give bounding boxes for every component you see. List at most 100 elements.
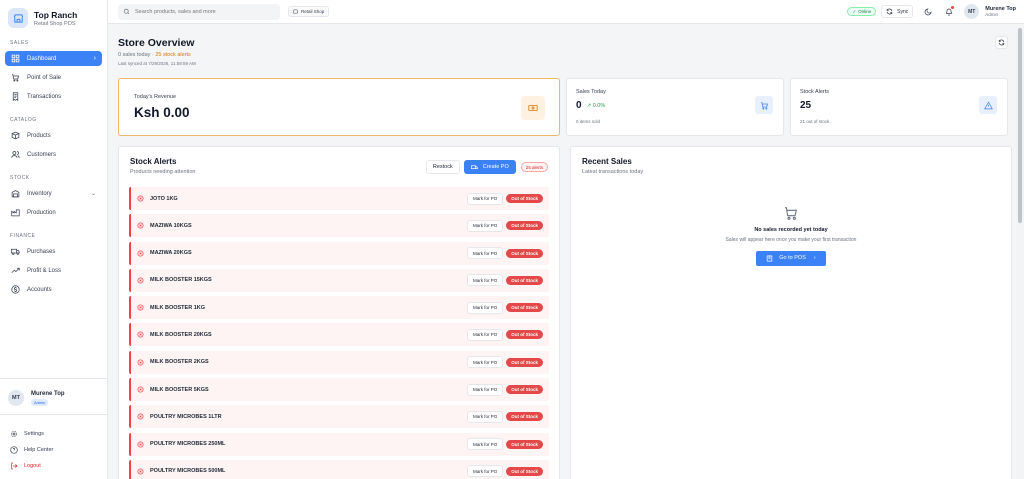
mark-for-po-button[interactable]: Mark for PO [466, 219, 504, 232]
sales-today-label: Sales Today [576, 89, 606, 95]
product-name: MILK BOOSTER 15KGS [150, 277, 212, 284]
x-circle-icon [137, 413, 144, 420]
topbar-user-menu[interactable]: MT Murene Top Admin [964, 4, 1016, 19]
sidebar-item-point-of-sale[interactable]: Point of Sale [5, 70, 102, 85]
store-icon [293, 9, 298, 14]
logout-icon [10, 462, 18, 470]
mark-for-po-button[interactable]: Mark for PO [466, 301, 504, 314]
truck-icon [470, 164, 478, 171]
page-scrollbar[interactable] [1016, 24, 1024, 479]
sync-button[interactable]: Sync [881, 5, 914, 18]
out-of-stock-badge: Out of Stock [506, 439, 543, 449]
go-to-pos-button[interactable]: Go to POS › [756, 250, 826, 266]
create-po-label: Create PO [482, 164, 509, 170]
stock-alert-list: JOTO 1KG Mark for PO Out of Stock MAZIWA 10… [129, 187, 549, 479]
search-input[interactable] [135, 8, 275, 15]
revenue-value: Ksh 0.00 [134, 105, 190, 120]
revenue-label: Today's Revenue [134, 94, 177, 100]
brand[interactable]: Top Ranch Retail Shop POS [0, 0, 107, 38]
restock-button[interactable]: Restock [425, 160, 460, 174]
product-name: MILK BOOSTER 1KG [150, 304, 206, 311]
section-label-catalog: CATALOG [10, 117, 37, 123]
last-synced-text: Last synced at 7/29/2026, 11:59:59 AM [118, 61, 196, 66]
mark-for-po-button[interactable]: Mark for PO [466, 410, 504, 423]
sidebar-item-label: Purchases [27, 248, 56, 255]
product-name: POULTRY MICROBES 250ML [150, 441, 226, 448]
theme-toggle-moon-icon[interactable] [922, 6, 934, 18]
stock-alert-row: POULTRY MICROBES 250ML Mark for PO Out of … [129, 432, 549, 456]
out-of-stock-badge: Out of Stock [506, 248, 543, 258]
stock-alert-row: MAZIWA 10KGS Mark for PO Out of Stock [129, 214, 549, 238]
product-name: MILK BOOSTER 20KGS [150, 331, 212, 338]
sidebar-item-label: Customers [27, 151, 57, 158]
mark-for-po-button[interactable]: Mark for PO [466, 274, 504, 287]
mark-for-po-button[interactable]: Mark for PO [466, 328, 504, 341]
mark-for-po-button[interactable]: Mark for PO [466, 356, 504, 369]
page-subtitle: 0 sales today · 25 stock alerts [118, 52, 191, 58]
sidebar-item-products[interactable]: Products [5, 128, 102, 143]
sidebar-item-profit-loss[interactable]: Profit & Loss [5, 263, 102, 278]
stock-alert-row: MILK BOOSTER 20KGS Mark for PO Out of Stoc… [129, 323, 549, 347]
sidebar-item-inventory[interactable]: Inventory ⌄ [5, 186, 102, 201]
truck-icon [11, 247, 20, 256]
out-of-stock-badge: Out of Stock [506, 303, 543, 313]
online-status-badge: ✓ Online [847, 7, 877, 16]
help-center-link[interactable]: Help Center [0, 442, 107, 458]
dashboard-icon [11, 54, 20, 63]
empty-state: No sales recorded yet today Sales will a… [571, 205, 1011, 266]
out-of-stock-badge: Out of Stock [506, 412, 543, 422]
sales-today-value-row: 0 ↗ 0.0% [576, 100, 605, 111]
sidebar-item-label: Transactions [27, 93, 62, 100]
sidebar-item-transactions[interactable]: Transactions [5, 89, 102, 104]
content: Store Overview 0 sales today · 25 stock … [108, 24, 1024, 479]
scrollbar-thumb[interactable] [1018, 28, 1022, 223]
section-label-stock: STOCK [10, 175, 30, 181]
sidebar-item-label: Inventory [27, 190, 52, 197]
logout-link[interactable]: Logout [0, 458, 107, 474]
search-icon [123, 8, 130, 15]
section-label-sales: SALES [10, 40, 29, 46]
chevron-right-icon: › [813, 255, 816, 261]
box-icon [11, 131, 20, 140]
create-po-button[interactable]: Create PO [463, 160, 516, 174]
notification-dot [951, 5, 955, 9]
factory-icon [11, 208, 20, 217]
product-name: MAZIWA 20KGS [150, 250, 192, 257]
stock-alert-row: POULTRY MICROBES 1LTR Mark for PO Out of S… [129, 405, 549, 429]
recent-sales-subtitle: Latest transactions today [582, 169, 644, 175]
settings-link[interactable]: Settings [0, 426, 107, 442]
recent-sales-panel: Recent Sales Latest transactions today N… [570, 146, 1012, 479]
out-of-stock-badge: Out of Stock [506, 357, 543, 367]
chevron-down-icon[interactable]: ⌄ [91, 190, 96, 197]
search-box[interactable] [118, 3, 280, 20]
shop-chip[interactable]: Retail Shop [288, 6, 330, 17]
mark-for-po-button[interactable]: Mark for PO [466, 247, 504, 260]
refresh-button[interactable] [995, 36, 1008, 49]
topbar-user-role: Admin [985, 12, 998, 18]
mark-for-po-button[interactable]: Mark for PO [466, 192, 504, 205]
sidebar-item-dashboard[interactable]: Dashboard › [5, 51, 102, 66]
sidebar-item-purchases[interactable]: Purchases [5, 244, 102, 259]
notification-bell-icon[interactable] [943, 5, 955, 18]
refresh-icon [998, 39, 1005, 46]
row-actions: Mark for PO Out of Stock [466, 465, 543, 478]
out-of-stock-badge: Out of Stock [506, 221, 543, 231]
warning-triangle-icon [979, 96, 997, 114]
sidebar-item-accounts[interactable]: Accounts [5, 282, 102, 297]
stock-alert-row: JOTO 1KG Mark for PO Out of Stock [129, 187, 549, 210]
stock-alerts-panel: Stock Alerts Products needing attention … [118, 146, 560, 479]
topbar: Retail Shop ✓ Online Sync [108, 0, 1024, 24]
mark-for-po-button[interactable]: Mark for PO [466, 438, 504, 451]
sidebar-item-customers[interactable]: Customers [5, 147, 102, 162]
product-name: MAZIWA 10KGS [150, 222, 192, 229]
mark-for-po-button[interactable]: Mark for PO [466, 383, 504, 396]
help-center-label: Help Center [24, 447, 54, 453]
stock-alerts-value: 25 [800, 100, 812, 111]
sidebar-user-card[interactable]: MT Murene Top Admin [0, 385, 107, 415]
stock-alerts-label: Stock Alerts [800, 89, 830, 95]
users-icon [11, 150, 20, 159]
row-actions: Mark for PO Out of Stock [466, 219, 543, 232]
product-name: MILK BOOSTER 5KGS [150, 386, 209, 393]
sidebar-item-production[interactable]: Production [5, 205, 102, 220]
mark-for-po-button[interactable]: Mark for PO [466, 465, 504, 478]
